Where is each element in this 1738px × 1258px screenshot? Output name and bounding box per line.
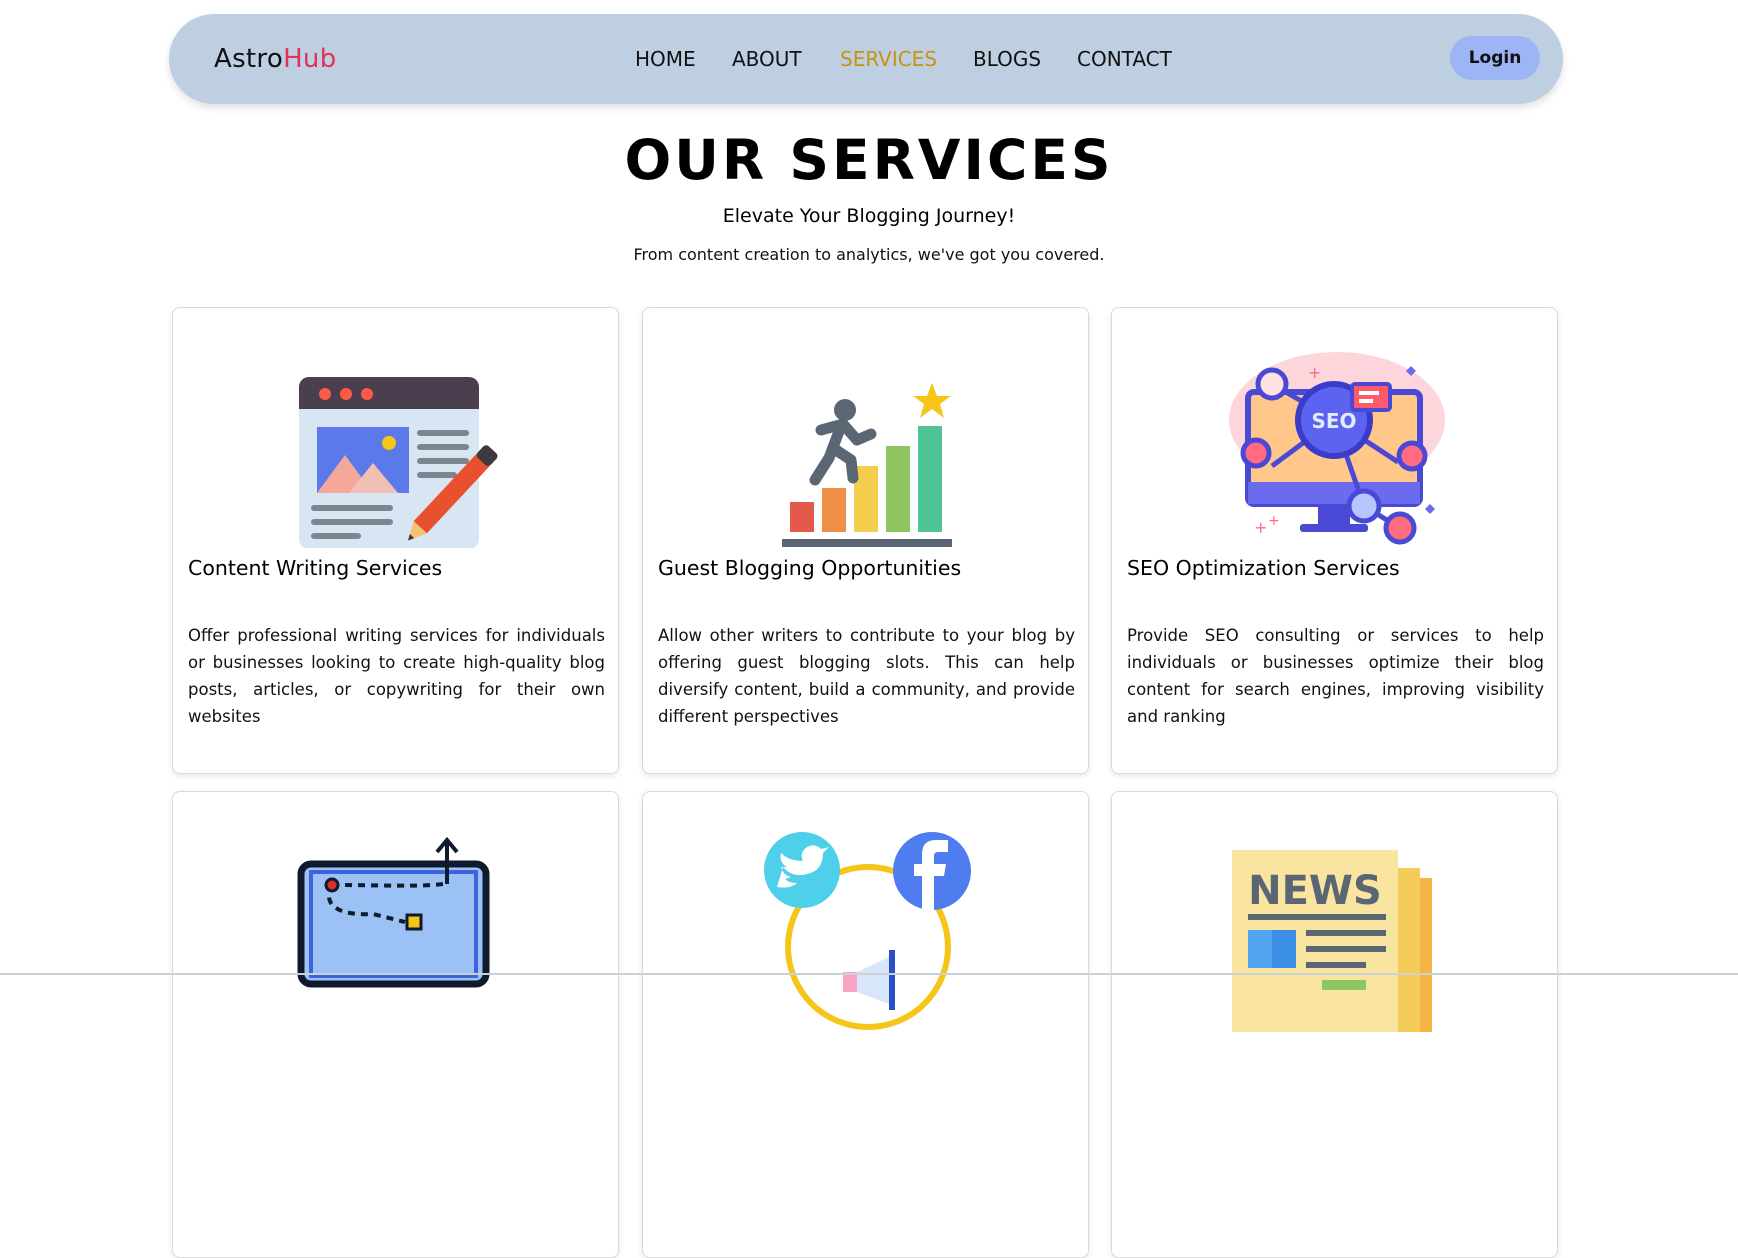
login-button[interactable]: Login xyxy=(1450,36,1540,80)
svg-text:SEO: SEO xyxy=(1311,409,1356,433)
page-description: From content creation to analytics, we'v… xyxy=(633,245,1105,264)
growth-chart-illustration xyxy=(643,348,1088,548)
nav-links: HOME ABOUT SERVICES BLOGS CONTACT xyxy=(169,14,1563,104)
card-title: Content Writing Services xyxy=(188,556,443,580)
card-title: Guest Blogging Opportunities xyxy=(658,556,962,580)
nav-blogs[interactable]: BLOGS xyxy=(973,14,1041,104)
newspaper-illustration: NEWS xyxy=(1112,832,1557,1032)
svg-text:+: + xyxy=(1268,513,1280,529)
service-card-content-writing[interactable]: Content Writing Services Offer professio… xyxy=(172,307,619,774)
card-text: Offer professional writing services for … xyxy=(188,626,605,726)
card-title: SEO Optimization Services xyxy=(1127,556,1400,580)
card-text: Provide SEO consulting or services to he… xyxy=(1127,626,1544,726)
page-subtitle: Elevate Your Blogging Journey! xyxy=(722,205,1016,227)
nav-home[interactable]: HOME xyxy=(635,14,696,104)
svg-text:+: + xyxy=(1308,363,1321,382)
service-card-5[interactable] xyxy=(642,791,1089,1258)
strategy-map-illustration xyxy=(173,832,618,1032)
service-card-seo[interactable]: SEO + + + SEO Optimization Services Prov… xyxy=(1111,307,1558,774)
nav-about[interactable]: ABOUT xyxy=(732,14,802,104)
nav-contact[interactable]: CONTACT xyxy=(1077,14,1172,104)
newspaper-headline: NEWS xyxy=(1248,868,1382,914)
service-card-guest-blogging[interactable]: Guest Blogging Opportunities Allow other… xyxy=(642,307,1089,774)
navbar: AstroHub HOME ABOUT SERVICES BLOGS CONTA… xyxy=(169,14,1563,104)
svg-text:+: + xyxy=(1254,518,1267,537)
service-card-6[interactable]: NEWS xyxy=(1111,791,1558,1258)
content-writing-illustration xyxy=(173,348,618,549)
nav-services[interactable]: SERVICES xyxy=(840,14,937,104)
service-card-4[interactable] xyxy=(172,791,619,1258)
card-text: Allow other writers to contribute to you… xyxy=(658,626,1075,726)
page-title: OUR SERVICES xyxy=(624,128,1114,192)
seo-monitor-illustration: SEO + + + xyxy=(1112,348,1557,548)
social-media-illustration xyxy=(643,832,1088,1032)
